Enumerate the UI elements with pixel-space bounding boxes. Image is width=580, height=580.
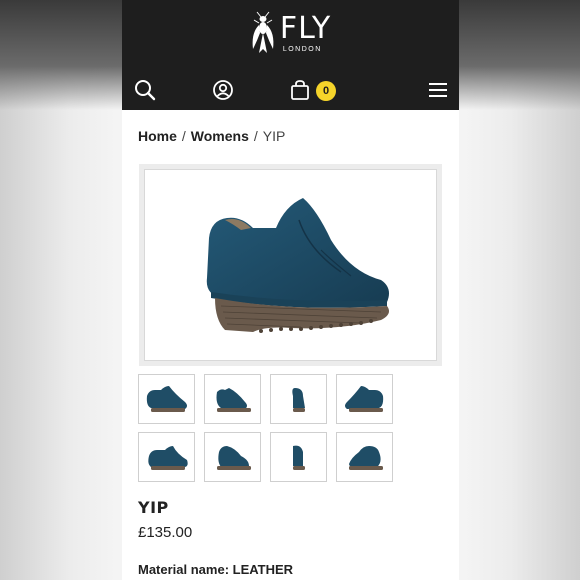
fly-logo-icon bbox=[252, 11, 274, 53]
logo-main-text: FLY bbox=[279, 10, 332, 46]
brand-logo[interactable]: FLY LONDON bbox=[122, 8, 459, 58]
breadcrumb-current: YIP bbox=[262, 128, 286, 144]
logo-sub-text: LONDON bbox=[282, 45, 322, 53]
breadcrumb-home[interactable]: Home bbox=[138, 128, 177, 144]
boot-thumbnail-image bbox=[348, 446, 383, 470]
thumbnail-side-left-2[interactable] bbox=[336, 432, 393, 482]
thumbnail-side-right[interactable] bbox=[138, 374, 195, 424]
boot-thumbnail-image bbox=[147, 446, 188, 470]
thumbnail-side-right-2[interactable] bbox=[138, 432, 195, 482]
logo-text: FLY LONDON bbox=[279, 10, 332, 53]
product-name: YIP bbox=[138, 498, 169, 517]
account-icon[interactable] bbox=[211, 78, 235, 102]
nav-bar: 0 bbox=[122, 72, 459, 108]
breadcrumb-womens[interactable]: Womens bbox=[191, 128, 249, 144]
boot-thumbnail-image bbox=[291, 388, 305, 412]
boot-thumbnail-image bbox=[216, 388, 251, 412]
cart-count-badge[interactable]: 0 bbox=[316, 81, 336, 101]
thumbnail-side-left[interactable] bbox=[336, 374, 393, 424]
boot-thumbnail-image bbox=[146, 386, 187, 412]
site-header: FLY LONDON 0 bbox=[122, 0, 459, 110]
product-price: £135.00 bbox=[138, 524, 193, 541]
thumbnail-back[interactable] bbox=[270, 432, 327, 482]
boot-thumbnail-image bbox=[216, 446, 251, 470]
boot-thumbnail-image bbox=[292, 445, 305, 470]
thumbnail-gallery bbox=[138, 374, 398, 482]
breadcrumb-separator: / bbox=[181, 128, 186, 144]
phone-viewport: FLY LONDON 0 Home / Womens / YIP YIP £13… bbox=[122, 0, 459, 580]
search-icon[interactable] bbox=[133, 78, 157, 102]
boot-image bbox=[206, 198, 389, 333]
breadcrumb-separator: / bbox=[253, 128, 258, 144]
product-image-frame bbox=[144, 169, 437, 361]
cart-icon[interactable] bbox=[288, 78, 312, 102]
thumbnail-three-quarter[interactable] bbox=[204, 432, 261, 482]
product-main-image[interactable] bbox=[139, 164, 442, 366]
thumbnail-front[interactable] bbox=[270, 374, 327, 424]
boot-thumbnail-image bbox=[344, 386, 383, 412]
thumbnail-side-angle[interactable] bbox=[204, 374, 261, 424]
breadcrumb: Home / Womens / YIP bbox=[138, 128, 285, 144]
menu-icon[interactable] bbox=[426, 78, 450, 102]
product-material: Material name: LEATHER bbox=[138, 562, 294, 577]
